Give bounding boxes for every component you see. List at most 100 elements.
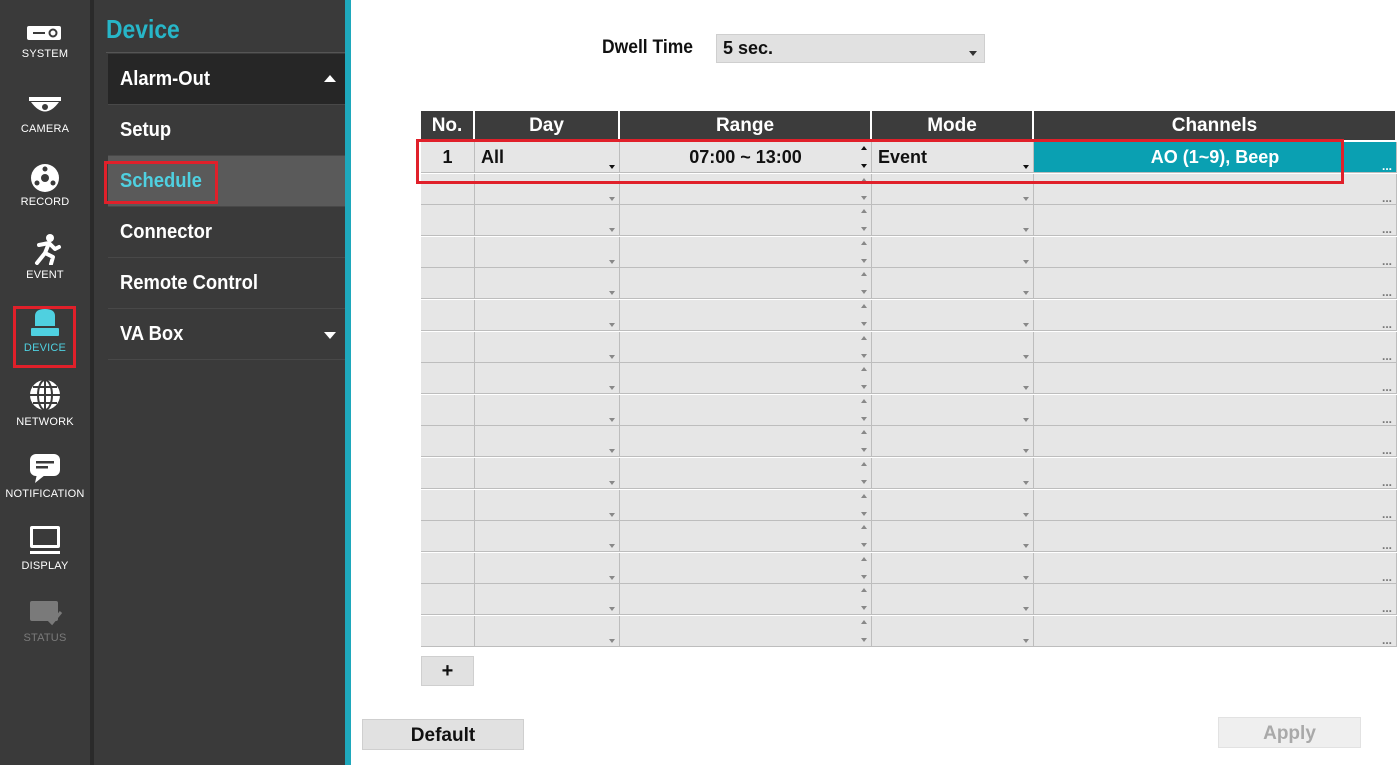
rail-item-notification[interactable]: NOTIFICATION [0,452,90,524]
empty-row-range-cell[interactable] [620,205,872,237]
spin-down-icon[interactable] [861,290,867,295]
rail-item-system[interactable]: SYSTEM [0,22,90,94]
empty-row-mode-cell[interactable] [872,489,1034,521]
empty-row-range-cell[interactable] [620,616,872,647]
default-button[interactable]: Default [362,719,524,750]
empty-row-range-cell[interactable] [620,300,872,331]
empty-row-range-cell[interactable] [620,236,872,268]
menu-item-connector[interactable]: Connector [108,207,348,258]
empty-row-channels-cell[interactable]: ... [1034,300,1397,331]
spin-up-icon[interactable] [861,620,867,624]
empty-row-range-cell[interactable] [620,521,872,553]
empty-row-channels-cell[interactable]: ... [1034,363,1397,395]
dwell-time-select[interactable]: 5 sec. [716,34,985,63]
empty-row-channels-cell[interactable]: ... [1034,426,1397,458]
empty-row-mode-cell[interactable] [872,584,1034,616]
empty-row-mode-cell[interactable] [872,394,1034,426]
empty-row-channels-cell[interactable]: ... [1034,268,1397,300]
spin-up-icon[interactable] [861,556,867,561]
rail-item-network[interactable]: NETWORK [0,378,90,450]
spin-down-icon[interactable] [861,606,867,611]
empty-row-mode-cell[interactable] [872,458,1034,489]
empty-row-mode-cell[interactable] [872,236,1034,268]
spin-up-icon[interactable] [861,493,867,498]
empty-row-range-cell[interactable] [620,268,872,300]
empty-row-day-cell[interactable] [475,458,620,489]
spin-down-icon[interactable] [861,638,867,642]
spin-up-icon[interactable] [861,430,867,435]
spin-down-icon[interactable] [861,543,867,548]
spin-down-icon[interactable] [861,480,867,484]
empty-row-day-cell[interactable] [475,300,620,331]
empty-row-day-cell[interactable] [475,426,620,458]
empty-row-range-cell[interactable] [620,394,872,426]
spin-up-icon[interactable] [861,398,867,403]
spin-up-icon[interactable] [861,462,867,466]
menu-item-remote-control[interactable]: Remote Control [108,258,348,309]
empty-row-channels-cell[interactable]: ... [1034,616,1397,647]
empty-row-range-cell[interactable] [620,584,872,616]
empty-row-day-cell[interactable] [475,268,620,300]
spin-down-icon[interactable] [861,448,867,453]
empty-row-day-cell[interactable] [475,521,620,553]
empty-row-channels-cell[interactable]: ... [1034,584,1397,616]
empty-row-channels-cell[interactable]: ... [1034,236,1397,268]
empty-row-mode-cell[interactable] [872,363,1034,395]
spin-down-icon[interactable] [861,353,867,358]
empty-row-day-cell[interactable] [475,205,620,237]
apply-button[interactable]: Apply [1218,717,1361,748]
rail-item-display[interactable]: DISPLAY [0,524,90,596]
empty-row-mode-cell[interactable] [872,426,1034,458]
empty-row-mode-cell[interactable] [872,331,1034,363]
empty-row-mode-cell[interactable] [872,300,1034,331]
spin-down-icon[interactable] [861,258,867,263]
empty-row-day-cell[interactable] [475,363,620,395]
empty-row-day-cell[interactable] [475,489,620,521]
empty-row-mode-cell[interactable] [872,521,1034,553]
menu-group-alarm-out[interactable]: Alarm-Out [108,54,348,105]
empty-row-channels-cell[interactable]: ... [1034,489,1397,521]
add-row-button[interactable]: + [421,656,474,686]
spin-down-icon[interactable] [861,195,867,200]
empty-row-mode-cell[interactable] [872,205,1034,237]
empty-row-day-cell[interactable] [475,552,620,584]
spin-down-icon[interactable] [861,574,867,579]
rail-item-camera[interactable]: CAMERA [0,91,90,163]
empty-row-mode-cell[interactable] [872,616,1034,647]
empty-row-range-cell[interactable] [620,552,872,584]
menu-item-setup[interactable]: Setup [108,105,348,156]
empty-row-mode-cell[interactable] [872,552,1034,584]
spin-up-icon[interactable] [861,272,867,277]
empty-row-day-cell[interactable] [475,331,620,363]
empty-row-day-cell[interactable] [475,236,620,268]
empty-row-day-cell[interactable] [475,616,620,647]
empty-row-mode-cell[interactable] [872,268,1034,300]
spin-down-icon[interactable] [861,322,867,326]
empty-row-range-cell[interactable] [620,426,872,458]
spin-up-icon[interactable] [861,367,867,372]
spin-up-icon[interactable] [861,304,867,308]
spin-up-icon[interactable] [861,335,867,340]
empty-row-range-cell[interactable] [620,363,872,395]
rail-item-event[interactable]: EVENT [0,233,90,305]
menu-group-va-box[interactable]: VA Box [108,309,348,360]
spin-down-icon[interactable] [861,385,867,390]
spin-up-icon[interactable] [861,209,867,214]
spin-down-icon[interactable] [861,511,867,516]
spin-up-icon[interactable] [861,588,867,593]
spin-up-icon[interactable] [861,525,867,530]
empty-row-channels-cell[interactable]: ... [1034,205,1397,237]
spin-down-icon[interactable] [861,227,867,232]
empty-row-day-cell[interactable] [475,584,620,616]
empty-row-channels-cell[interactable]: ... [1034,394,1397,426]
rail-item-record[interactable]: RECORD [0,162,90,234]
empty-row-range-cell[interactable] [620,489,872,521]
spin-up-icon[interactable] [861,240,867,245]
empty-row-range-cell[interactable] [620,331,872,363]
empty-row-day-cell[interactable] [475,394,620,426]
empty-row-channels-cell[interactable]: ... [1034,331,1397,363]
spin-down-icon[interactable] [861,416,867,421]
empty-row-channels-cell[interactable]: ... [1034,458,1397,489]
empty-row-channels-cell[interactable]: ... [1034,521,1397,553]
empty-row-channels-cell[interactable]: ... [1034,552,1397,584]
